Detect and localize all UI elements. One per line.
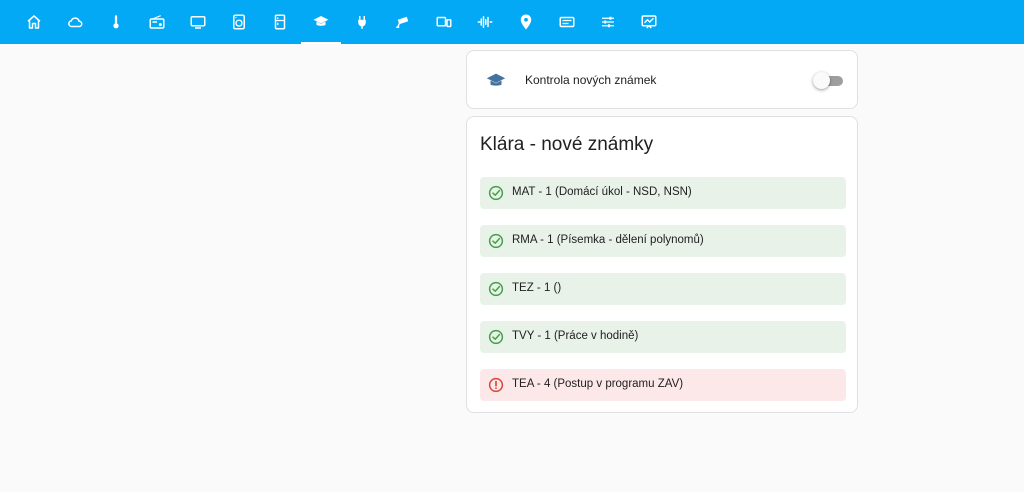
grade-check-label: Kontrola nových známek: [525, 73, 657, 87]
check-circle-icon: [488, 329, 504, 345]
grade-text: RMA - 1 (Písemka - dělení polynomů): [512, 234, 704, 246]
devices-icon: [436, 16, 452, 28]
map-marker-icon: [520, 14, 532, 30]
washing-machine-icon: [233, 14, 245, 30]
radio-icon: [149, 15, 165, 29]
alert-circle-icon: [488, 377, 504, 393]
grade-item: TEZ - 1 (): [480, 273, 846, 305]
school-icon: [313, 16, 329, 26]
tab-home[interactable]: [14, 0, 54, 44]
tab-audio[interactable]: [465, 0, 505, 44]
new-grades-card: Klára - nové známky MAT - 1 (Domácí úkol…: [466, 116, 858, 413]
grade-check-card: Kontrola nových známek: [466, 50, 858, 109]
television-icon: [190, 16, 206, 29]
tab-school[interactable]: [301, 0, 341, 44]
card-title: Klára - nové známky: [480, 134, 654, 155]
tab-network[interactable]: [547, 0, 587, 44]
grade-check-toggle[interactable]: [813, 72, 843, 90]
monitor-dashboard-icon: [641, 15, 657, 29]
thermometer-icon: [113, 15, 119, 29]
grade-text: TEA - 4 (Postup v programu ZAV): [512, 378, 684, 390]
check-circle-icon: [488, 281, 504, 297]
tune-icon: [602, 16, 614, 28]
outlet-icon: [358, 16, 366, 29]
check-circle-icon: [488, 233, 504, 249]
waveform-icon: [477, 16, 493, 28]
tab-temperature[interactable]: [96, 0, 136, 44]
top-navigation-bar: [0, 0, 1024, 44]
tab-fridge[interactable]: [260, 0, 300, 44]
grade-text: TVY - 1 (Práce v hodině): [512, 330, 639, 342]
fridge-icon: [274, 14, 286, 30]
router-icon: [559, 16, 575, 28]
cctv-icon: [396, 16, 409, 28]
grade-text: MAT - 1 (Domácí úkol - NSD, NSN): [512, 186, 692, 198]
grade-text: TEZ - 1 (): [512, 282, 562, 294]
tab-settings[interactable]: [588, 0, 628, 44]
toggle-knob: [813, 72, 830, 89]
tab-tv[interactable]: [178, 0, 218, 44]
tab-weather[interactable]: [55, 0, 95, 44]
tab-location[interactable]: [506, 0, 546, 44]
cloud-icon: [68, 17, 83, 28]
tab-camera[interactable]: [383, 0, 423, 44]
tab-dashboard[interactable]: [629, 0, 669, 44]
grade-item: TEA - 4 (Postup v programu ZAV): [480, 369, 846, 401]
tab-devices[interactable]: [424, 0, 464, 44]
tab-radio[interactable]: [137, 0, 177, 44]
home-icon: [27, 15, 41, 29]
check-circle-icon: [488, 185, 504, 201]
grade-item: RMA - 1 (Písemka - dělení polynomů): [480, 225, 846, 257]
tab-outlet[interactable]: [342, 0, 382, 44]
tab-washer[interactable]: [219, 0, 259, 44]
grade-item: MAT - 1 (Domácí úkol - NSD, NSN): [480, 177, 846, 209]
school-icon: [486, 73, 506, 86]
grade-item: TVY - 1 (Práce v hodině): [480, 321, 846, 353]
